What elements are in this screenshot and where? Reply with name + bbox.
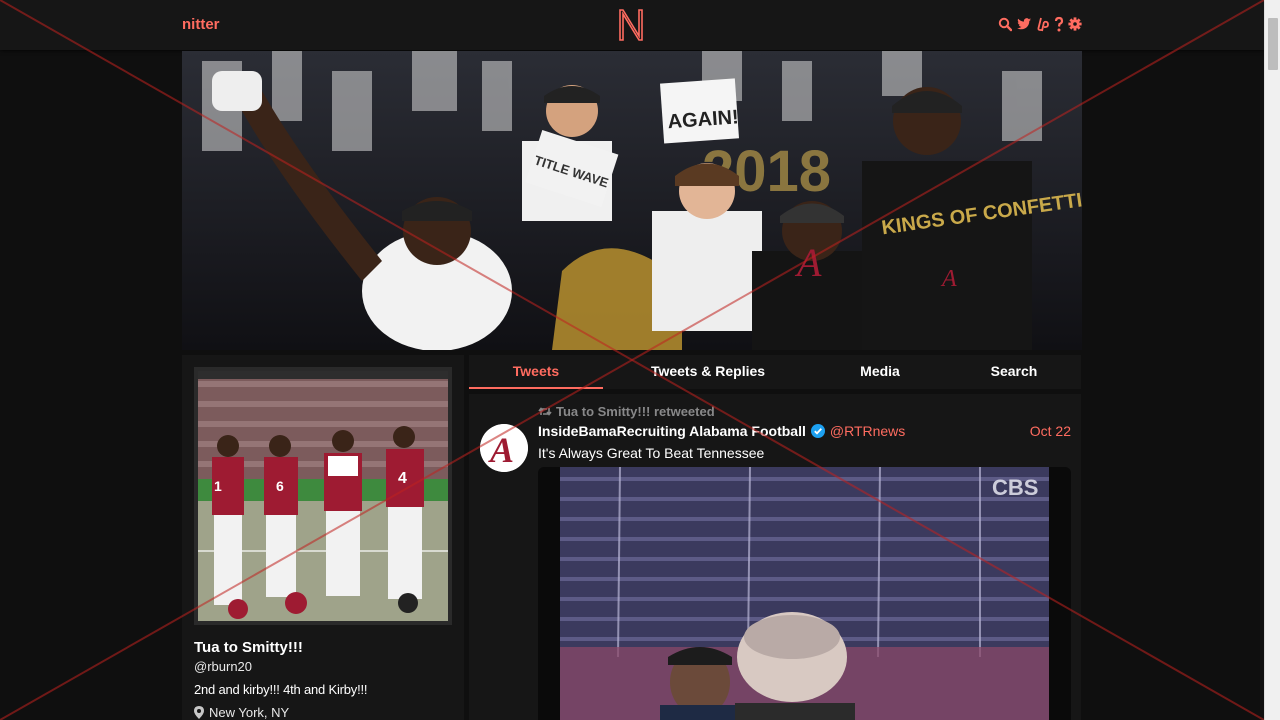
liberapay-icon[interactable] <box>1036 16 1050 32</box>
profile-name[interactable]: Tua to Smitty!!! <box>194 639 303 656</box>
tweet-fullname[interactable]: InsideBamaRecruiting Alabama Football <box>538 423 806 439</box>
help-icon[interactable] <box>1054 16 1064 32</box>
scrollbar-thumb[interactable] <box>1268 18 1278 70</box>
tweet-media-video[interactable]: CBS <box>538 467 1071 720</box>
top-navbar: nitter <box>0 0 1264 50</box>
verified-badge-icon <box>810 424 825 438</box>
nitter-home-link[interactable]: nitter <box>182 16 220 33</box>
settings-icon[interactable] <box>1068 16 1082 32</box>
svg-text:A: A <box>488 430 514 470</box>
timeline: Tua to Smitty!!! retweeted A InsideBamaR… <box>469 394 1081 720</box>
avatar[interactable]: 1 6 4 <box>194 367 452 625</box>
search-icon[interactable] <box>998 16 1012 32</box>
banner-image: 2018 AGAIN! TITLE WAVE KINGS OF CONFETTI… <box>182 51 1082 350</box>
page-scrollbar[interactable] <box>1264 0 1280 720</box>
retweet-header-text: Tua to Smitty!!! retweeted <box>556 404 715 419</box>
tweet-username[interactable]: @RTRnews <box>830 423 905 439</box>
profile-banner[interactable]: 2018 AGAIN! TITLE WAVE KINGS OF CONFETTI… <box>182 51 1082 350</box>
alabama-logo-icon: A <box>480 424 528 472</box>
svg-text:4: 4 <box>398 470 407 487</box>
retweet-header[interactable]: Tua to Smitty!!! retweeted <box>538 404 715 419</box>
retweet-icon <box>538 407 552 416</box>
profile-card: 1 6 4 Tua to Smitty!!! @rburn20 2nd and … <box>182 355 464 720</box>
svg-text:A: A <box>794 240 822 285</box>
tweet-date[interactable]: Oct 22 <box>1030 423 1071 439</box>
svg-text:1: 1 <box>214 478 222 494</box>
nitter-logo-icon[interactable] <box>616 8 646 42</box>
tweet-content: It's Always Great To Beat Tennessee <box>538 445 765 461</box>
media-watermark: CBS <box>992 475 1038 500</box>
profile-location: New York, NY <box>194 705 289 720</box>
profile-bio: 2nd and kirby!!! 4th and Kirby!!! <box>194 682 368 697</box>
tab-tweets[interactable]: Tweets <box>469 355 603 389</box>
svg-text:A: A <box>940 266 957 292</box>
twitter-bird-icon[interactable] <box>1016 16 1032 32</box>
timeline-tabs: Tweets Tweets & Replies Media Search <box>469 355 1081 389</box>
profile-handle[interactable]: @rburn20 <box>194 659 252 674</box>
tab-media[interactable]: Media <box>813 355 947 389</box>
profile-location-text: New York, NY <box>209 705 290 720</box>
tab-tweets-and-replies[interactable]: Tweets & Replies <box>603 355 813 389</box>
tweet-media-image: CBS <box>560 467 1049 720</box>
tab-search[interactable]: Search <box>947 355 1081 389</box>
svg-text:6: 6 <box>276 478 284 494</box>
tweet-avatar[interactable]: A <box>480 424 528 472</box>
nav-icon-group <box>998 16 1082 32</box>
location-pin-icon <box>194 706 204 719</box>
tweet-header: InsideBamaRecruiting Alabama Football @R… <box>538 423 905 439</box>
avatar-image: 1 6 4 <box>198 371 448 621</box>
